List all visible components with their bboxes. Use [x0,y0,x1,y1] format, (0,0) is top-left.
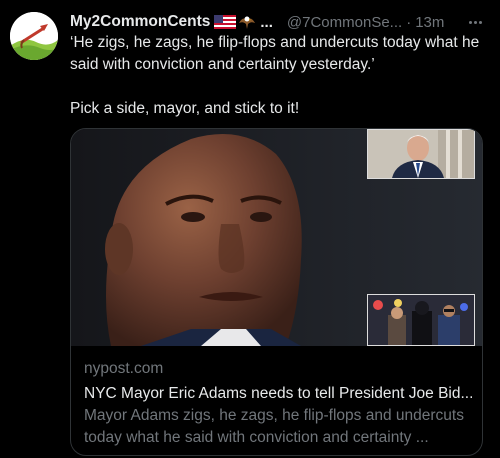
link-card[interactable]: nypost.com NYC Mayor Eric Adams needs to… [70,128,483,456]
author-name[interactable]: My2CommonCents [70,13,210,31]
link-card-image[interactable] [71,129,482,346]
tweet-text: ‘He zigs, he zags, he flip-flops and und… [70,32,488,120]
avatar[interactable] [10,12,58,60]
timestamp[interactable]: 13m [415,14,444,31]
tweet-paragraph-comment: Pick a side, mayor, and stick to it! [70,100,300,117]
biden-photo [368,130,474,178]
link-card-description-line-2: today what he said with conviction and c… [84,429,429,446]
tweet-paragraph-quote: ‘He zigs, he zags, he flip-flops and und… [70,34,480,73]
tweet[interactable]: My2CommonCents ... @7CommonSe... · 13m ‘… [0,0,500,458]
link-card-meta: nypost.com NYC Mayor Eric Adams needs to… [84,358,472,449]
more-options-icon[interactable] [464,13,486,31]
link-card-title[interactable]: NYC Mayor Eric Adams needs to tell Presi… [84,383,472,405]
link-card-description-line-1: Mayor Adams zigs, he zags, he flip-flops… [84,407,464,424]
us-flag-icon [214,15,237,29]
author-handle[interactable]: @7CommonSe... [287,14,402,31]
separator-dot: · [406,13,412,31]
author-badges [214,14,256,30]
inset-street-scene-image [367,294,475,346]
eagle-icon [239,16,256,29]
inset-biden-image [367,129,475,179]
link-card-domain: nypost.com [84,360,164,377]
avatar-image [10,12,58,60]
tweet-header: My2CommonCents ... @7CommonSe... · 13m [70,11,488,33]
author-name-truncation: ... [260,13,273,31]
street-scene-photo [368,295,474,345]
